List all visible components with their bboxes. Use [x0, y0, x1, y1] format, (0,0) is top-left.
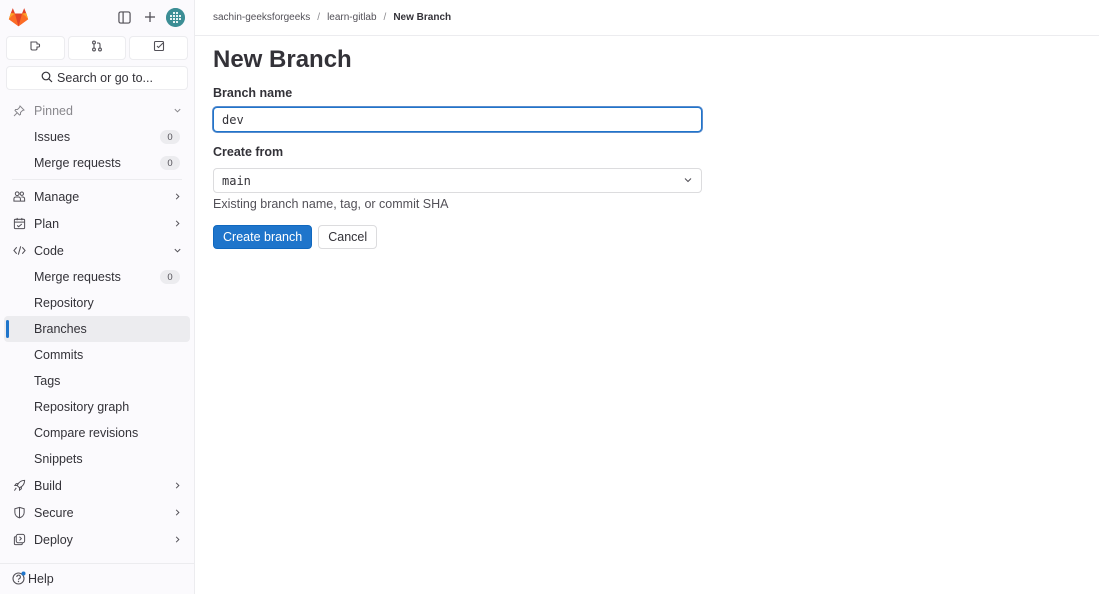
rocket-icon: [12, 479, 26, 493]
nav-item-compare-revisions[interactable]: Compare revisions: [4, 420, 190, 446]
issue-icon: [29, 39, 41, 57]
issues-counter[interactable]: [6, 36, 65, 60]
nav-item-tags[interactable]: Tags: [4, 368, 190, 394]
create-from-value: main: [222, 173, 251, 188]
planning-calendar-icon: [12, 217, 26, 231]
nav-item-repository-graph[interactable]: Repository graph: [4, 394, 190, 420]
chevron-right-icon: [172, 508, 182, 518]
sidebar: Search or go to... Pinned Issues 0 Merge…: [0, 0, 195, 594]
nav-item-merge-requests[interactable]: Merge requests 0: [4, 264, 190, 290]
nav-section-label: Deploy: [34, 532, 73, 547]
help-label: Help: [28, 572, 54, 586]
pinned-item-issues[interactable]: Issues 0: [4, 124, 190, 150]
merge-requests-counter[interactable]: [67, 36, 127, 60]
nav-item-label: Snippets: [34, 452, 83, 466]
nav-item-label: Commits: [34, 348, 84, 362]
nav-section-code[interactable]: Code: [0, 237, 194, 264]
breadcrumb: sachin-geeksforgeeks / learn-gitlab / Ne…: [195, 0, 1099, 36]
breadcrumb-item-project[interactable]: learn-gitlab: [327, 12, 376, 23]
help-question-icon: [12, 571, 26, 588]
nav-item-label: Compare revisions: [34, 426, 139, 440]
create-from-help-text: Existing branch name, tag, or commit SHA: [213, 197, 449, 211]
chevron-right-icon: [172, 192, 182, 202]
nav-item-label: Merge requests: [34, 270, 121, 284]
count-badge: 0: [160, 270, 180, 284]
help-button[interactable]: Help: [0, 563, 194, 594]
nav-section-secure[interactable]: Secure: [0, 499, 194, 526]
create-branch-button[interactable]: Create branch: [213, 225, 313, 249]
todo-checkbox-icon: [153, 39, 165, 57]
breadcrumb-item-current[interactable]: New Branch: [393, 12, 451, 23]
sidebar-header: [0, 0, 194, 34]
nav-section-label: Manage: [34, 189, 80, 204]
create-from-dropdown[interactable]: main: [213, 168, 702, 193]
branch-name-input[interactable]: dev: [213, 107, 702, 132]
cancel-button[interactable]: Cancel: [318, 225, 378, 249]
chevron-right-icon: [172, 219, 182, 229]
form-actions: Create branch Cancel: [213, 225, 1081, 249]
chevron-down-icon: [683, 174, 693, 188]
nav-section-label: Code: [34, 243, 64, 258]
breadcrumb-separator: /: [317, 12, 321, 23]
nav-section-manage[interactable]: Manage: [0, 183, 194, 210]
nav-item-label: Repository: [34, 296, 94, 310]
branch-name-label: Branch name: [213, 86, 293, 100]
pinned-section-toggle[interactable]: Pinned: [0, 97, 194, 124]
nav-item-label: Issues: [34, 130, 71, 144]
todos-counter[interactable]: [129, 36, 189, 60]
user-avatar[interactable]: [166, 7, 185, 27]
breadcrumb-item-namespace[interactable]: sachin-geeksforgeeks: [213, 12, 310, 23]
merge-request-icon: [91, 39, 103, 57]
sidebar-toggle-icon[interactable]: [114, 7, 134, 27]
nav-item-snippets[interactable]: Snippets: [4, 446, 190, 472]
nav-section-plan[interactable]: Plan: [0, 210, 194, 237]
nav-item-commits[interactable]: Commits: [4, 342, 190, 368]
users-icon: [12, 190, 26, 204]
page-title: New Branch: [213, 46, 352, 73]
count-badge: 0: [160, 156, 180, 170]
pinned-item-merge-requests[interactable]: Merge requests 0: [4, 150, 190, 176]
chevron-down-icon: [172, 246, 182, 256]
main-content: sachin-geeksforgeeks / learn-gitlab / Ne…: [195, 0, 1099, 594]
nav-item-label: Merge requests: [34, 156, 121, 170]
sidebar-nav: Pinned Issues 0 Merge requests 0 Manage: [0, 97, 194, 553]
nav-item-label: Tags: [34, 374, 61, 388]
nav-section-label: Plan: [34, 216, 60, 231]
chevron-right-icon: [172, 481, 182, 491]
thumbtack-icon: [12, 104, 26, 118]
search-label: Search or go to...: [57, 71, 153, 85]
create-from-label: Create from: [213, 145, 284, 159]
code-icon: [12, 244, 26, 258]
plus-icon[interactable]: [140, 7, 160, 27]
app: Search or go to... Pinned Issues 0 Merge…: [0, 0, 1099, 594]
nav-section-build[interactable]: Build: [0, 472, 194, 499]
nav-section-label: Secure: [34, 505, 74, 520]
nav-section-deploy[interactable]: Deploy: [0, 526, 194, 553]
chevron-right-icon: [172, 535, 182, 545]
sidebar-top-actions: [114, 7, 185, 27]
search-button[interactable]: Search or go to...: [6, 66, 188, 90]
new-branch-form: New Branch Branch name dev Create from m…: [195, 46, 1099, 249]
divider: [12, 179, 182, 180]
nav-section-label: Build: [34, 478, 62, 493]
search-icon: [41, 71, 53, 86]
shield-icon: [12, 506, 26, 520]
gitlab-logo-icon[interactable]: [8, 7, 29, 27]
nav-item-repository[interactable]: Repository: [4, 290, 190, 316]
nav-item-label: Repository graph: [34, 400, 130, 414]
nav-item-branches[interactable]: Branches: [4, 316, 190, 342]
pinned-label: Pinned: [34, 103, 73, 118]
count-badge: 0: [160, 130, 180, 144]
branch-name-value: dev: [222, 112, 244, 127]
nav-item-label: Branches: [34, 322, 87, 336]
chevron-down-icon: [172, 106, 182, 116]
breadcrumb-separator: /: [383, 12, 387, 23]
deploy-icon: [12, 533, 26, 547]
counters-row: [0, 34, 194, 60]
